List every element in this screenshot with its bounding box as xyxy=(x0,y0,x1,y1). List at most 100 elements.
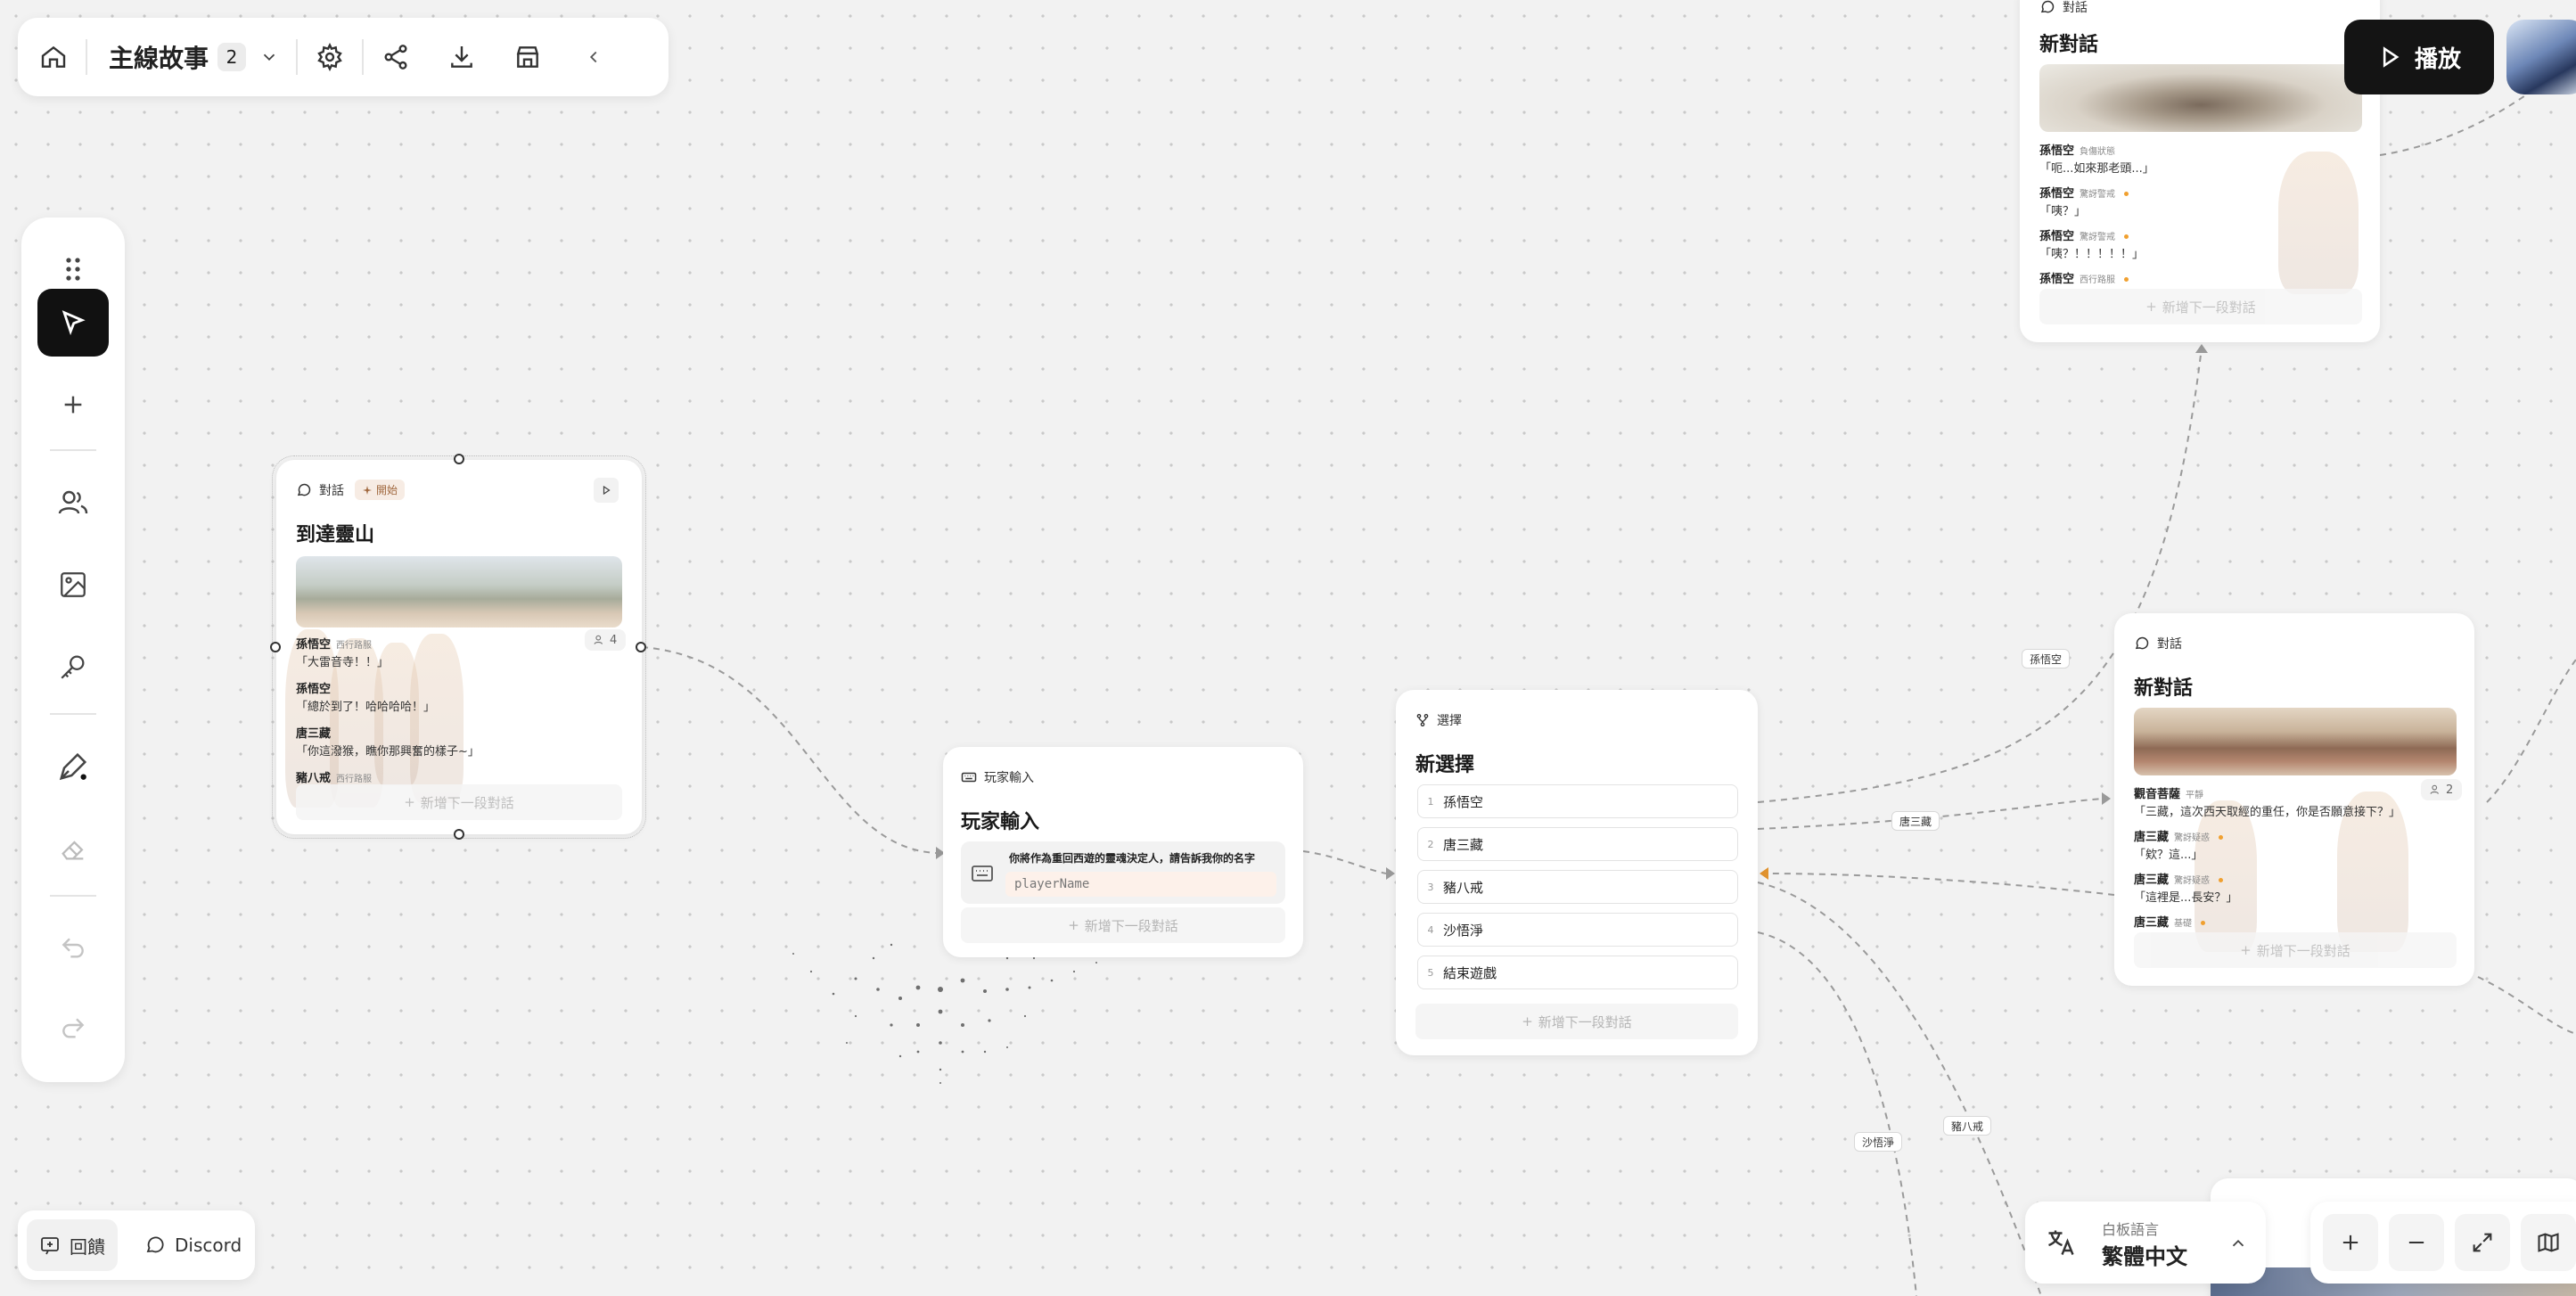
dialogue-line: 孫悟空 驚訝警戒 xyxy=(2039,184,2129,201)
variable-field[interactable]: playerName xyxy=(1005,872,1276,897)
minimap-button[interactable] xyxy=(2521,1214,2576,1271)
choice-number: 5 xyxy=(1427,966,1434,979)
toolbar-divider xyxy=(296,39,299,75)
resize-handle-top[interactable] xyxy=(454,454,464,464)
undo-button[interactable] xyxy=(37,915,109,982)
dialogue-line: 唐三藏 xyxy=(296,724,331,741)
choice-option[interactable]: 3 豬八戒 xyxy=(1417,870,1738,904)
share-button[interactable] xyxy=(373,34,419,80)
rail-divider xyxy=(50,713,96,715)
avatar[interactable] xyxy=(2506,20,2576,94)
dialogue-node-top[interactable]: 對話 新對話 孫悟空 負傷狀態 「呃...如來那老頭...」 孫悟空 驚訝警戒 「咦… xyxy=(2020,0,2380,342)
story-title[interactable]: 主線故事 xyxy=(109,39,209,75)
input-prompt-box[interactable]: 你將作為重回西遊的靈魂決定人，請告訴我你的名字 playerName xyxy=(961,841,1285,904)
connection-handle-right[interactable] xyxy=(636,642,646,652)
key-icon xyxy=(61,655,85,679)
rail-divider xyxy=(50,449,96,451)
choice-node[interactable]: 選擇 新選擇 1 孫悟空 2 唐三藏 3 豬八戒 4 沙悟淨 5 結束遊戲 + 新增下一段對… xyxy=(1396,690,1758,1055)
add-dialogue-button[interactable]: + 新增下一段對話 xyxy=(1415,1004,1738,1039)
preview-play-button[interactable] xyxy=(594,478,619,503)
choice-option[interactable]: 1 孫悟空 xyxy=(1417,784,1738,818)
edge-choice-zhu xyxy=(1757,882,2042,1296)
settings-button[interactable] xyxy=(307,34,353,80)
choice-option[interactable]: 5 結束遊戲 xyxy=(1417,956,1738,989)
dialogue-node-arrive[interactable]: 對話 開始 到達靈山 4 孫悟空 西行路服 「大雷音寺！！」 孫悟空 「總於到了！… xyxy=(272,455,646,839)
scene-image xyxy=(2134,708,2457,775)
choice-label: 孫悟空 xyxy=(1443,793,1484,810)
edge-label-sun[interactable]: 孫悟空 xyxy=(2022,649,2071,669)
play-label: 播放 xyxy=(2414,45,2461,73)
arrow-mid xyxy=(2102,792,2111,805)
player-input-node[interactable]: 玩家輸入 玩家輸入 你將作為重回西遊的靈魂決定人，請告訴我你的名字 player… xyxy=(943,747,1303,957)
dialogue-text: 「總於到了！哈哈哈哈！」 xyxy=(296,701,436,714)
eraser-tool-button[interactable] xyxy=(37,815,109,882)
characters-button[interactable] xyxy=(37,469,109,537)
select-tool-button[interactable] xyxy=(37,289,109,357)
discord-label: Discord xyxy=(175,1234,242,1256)
pen-tool-button[interactable] xyxy=(37,733,109,800)
language-selector[interactable]: 白板語言 繁體中文 xyxy=(2025,1202,2266,1284)
add-dialogue-button[interactable]: + 新增下一段對話 xyxy=(296,784,622,820)
store-button[interactable] xyxy=(505,34,551,80)
chevron-down-icon xyxy=(263,53,275,62)
images-button[interactable] xyxy=(37,551,109,619)
resize-handle-bottom[interactable] xyxy=(454,829,464,840)
variable-name: playerName xyxy=(1014,877,1090,891)
collapse-toolbar-button[interactable] xyxy=(570,34,617,80)
play-button[interactable]: 播放 xyxy=(2344,20,2494,94)
node-title: 新選擇 xyxy=(1415,754,1475,776)
edge-label-sha[interactable]: 沙悟淨 xyxy=(1854,1132,1903,1152)
feedback-button[interactable]: 回饋 xyxy=(27,1219,118,1271)
arrow-back-orange xyxy=(1760,867,1768,880)
node-type-label: 對話 xyxy=(2134,635,2182,652)
edge-label-tang[interactable]: 唐三藏 xyxy=(1891,811,1940,831)
zoom-in-button[interactable] xyxy=(2323,1214,2378,1271)
dialogue-text: 「咦？」 xyxy=(2039,205,2087,218)
home-button[interactable] xyxy=(30,34,77,80)
choice-option[interactable]: 4 沙悟淨 xyxy=(1417,913,1738,947)
share-icon xyxy=(384,45,407,70)
download-button[interactable] xyxy=(439,34,485,80)
dialogue-text: 「這裡是...長安？」 xyxy=(2134,891,2238,905)
redo-button[interactable] xyxy=(37,995,109,1062)
character-count-badge: 2 xyxy=(2421,779,2463,800)
speaker-tag: 驚訝疑惑 xyxy=(2174,833,2211,843)
node-title: 新對話 xyxy=(2039,34,2099,56)
character-portrait xyxy=(410,634,464,803)
download-icon xyxy=(451,46,472,68)
bottom-left-panel: 回饋 Discord xyxy=(18,1210,255,1280)
people-icon xyxy=(594,635,603,644)
speaker-tag: 負傷狀態 xyxy=(2080,147,2116,157)
tool-rail xyxy=(21,217,125,1082)
add-dialogue-button[interactable]: + 新增下一段對話 xyxy=(2134,932,2457,968)
resize-handle-left[interactable] xyxy=(270,642,281,652)
discord-button[interactable]: Discord xyxy=(132,1219,254,1271)
keyboard-icon xyxy=(972,865,993,882)
zoom-controls xyxy=(2310,1202,2576,1284)
add-dialogue-button[interactable]: + 新增下一段對話 xyxy=(961,907,1285,943)
edge-mid-out-2 xyxy=(2486,659,2576,803)
speaker-tag: 西行路服 xyxy=(336,775,373,784)
add-dialogue-button[interactable]: + 新增下一段對話 xyxy=(2039,289,2362,324)
minus-icon xyxy=(2408,1241,2424,1244)
dialogue-text: 「三藏，這次西天取經的重任，你是否願意接下？」 xyxy=(2134,806,2401,819)
status-dot xyxy=(2219,835,2224,840)
speaker-name: 孫悟空 xyxy=(2039,273,2075,286)
people-icon xyxy=(2430,784,2439,794)
dialogue-line: 孫悟空 負傷狀態 xyxy=(2039,141,2115,158)
dialogue-text: 「欸？這...」 xyxy=(2134,849,2203,862)
story-dropdown-button[interactable] xyxy=(251,34,287,80)
choice-option[interactable]: 2 唐三藏 xyxy=(1417,827,1738,861)
edge-label-zhu[interactable]: 豬八戒 xyxy=(1943,1116,1992,1136)
choice-number: 1 xyxy=(1427,795,1434,808)
feedback-icon xyxy=(41,1237,59,1255)
add-node-button[interactable] xyxy=(37,371,109,439)
dialogue-node-mid[interactable]: 對話 新對話 2 觀音菩薩 平靜 「三藏，這次西天取經的重任，你是否願意接下？」 … xyxy=(2114,613,2474,986)
fit-view-button[interactable] xyxy=(2455,1214,2510,1271)
branch-icon xyxy=(1416,714,1429,726)
keys-button[interactable] xyxy=(37,633,109,701)
input-prompt-text: 你將作為重回西遊的靈魂決定人，請告訴我你的名字 xyxy=(1009,852,1256,865)
zoom-out-button[interactable] xyxy=(2389,1214,2444,1271)
edge-mid-back xyxy=(1768,873,2115,896)
play-icon xyxy=(2383,46,2400,68)
